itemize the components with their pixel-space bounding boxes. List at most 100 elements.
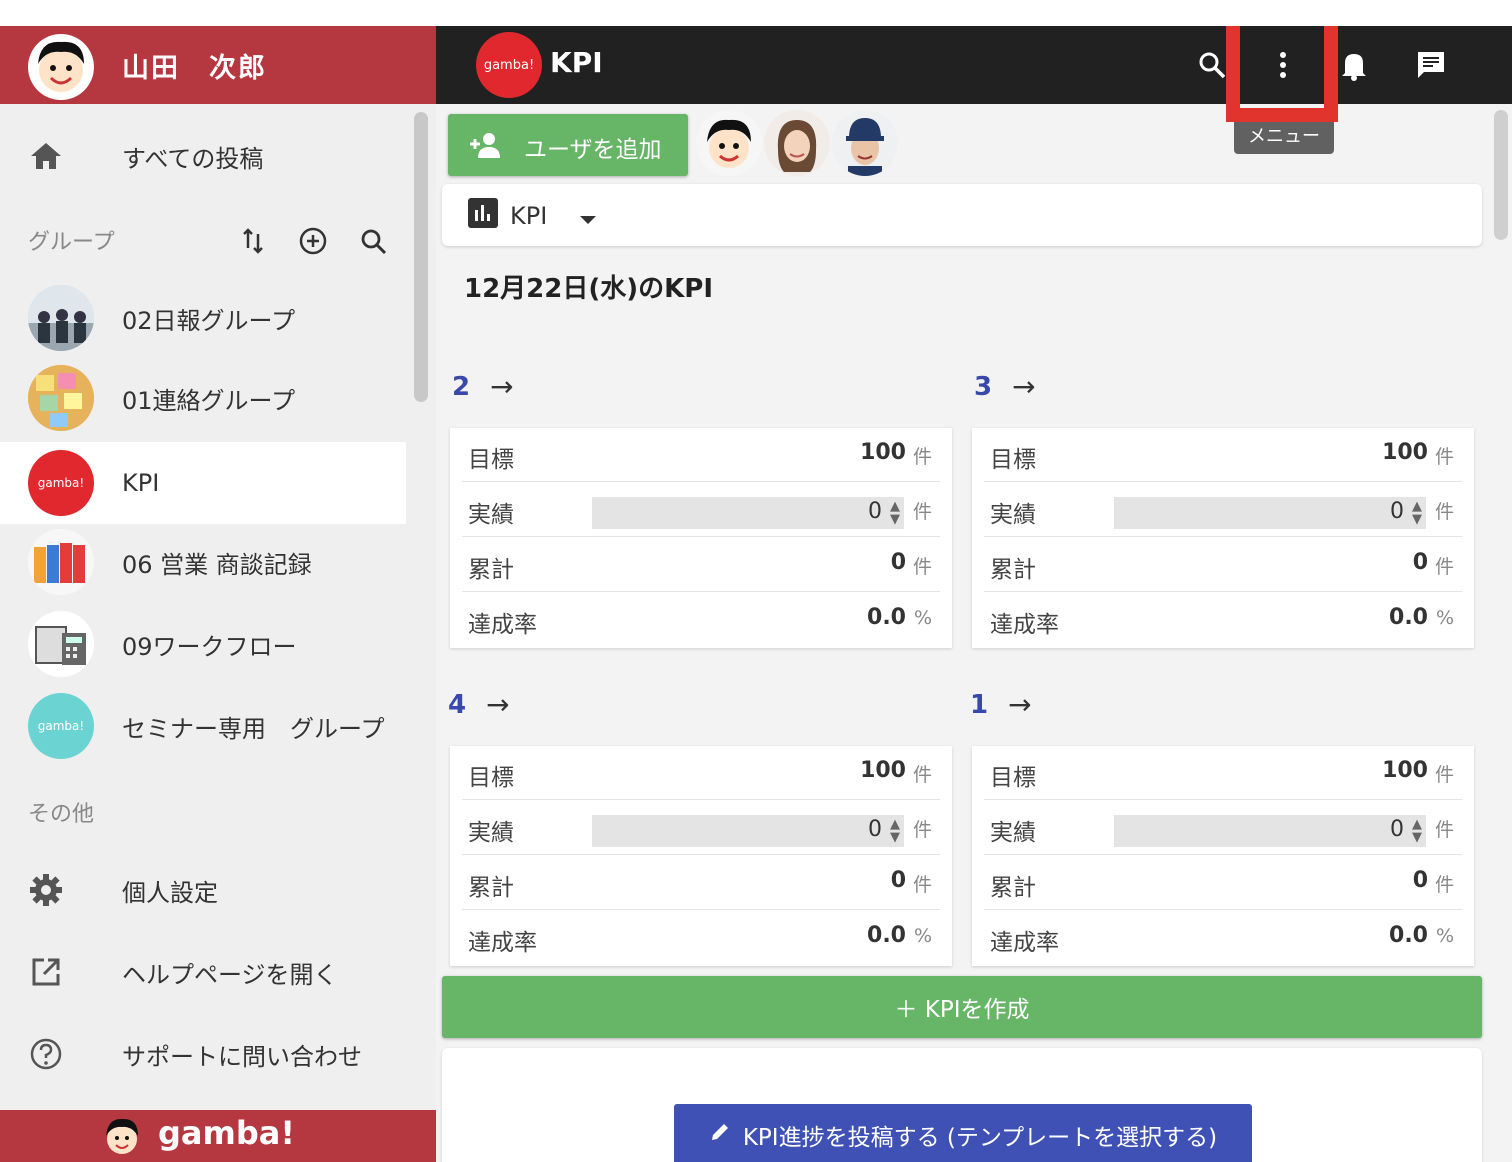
- row-label: 累計: [990, 557, 1036, 583]
- sort-icon[interactable]: [240, 226, 266, 256]
- home-icon: [28, 138, 64, 174]
- spinner-icon[interactable]: ▲ ▼: [890, 818, 900, 844]
- kpi-link[interactable]: 3 →: [974, 370, 1036, 403]
- kpi-name: 2: [452, 371, 471, 402]
- kpi-row-rate: 達成率 0.0 %: [984, 911, 1462, 965]
- add-user-button[interactable]: ユーザを追加: [448, 114, 688, 176]
- kpi-row-target: 目標 100 件: [462, 746, 940, 800]
- create-kpi-button[interactable]: ＋ KPIを作成: [442, 976, 1482, 1038]
- kpi-link[interactable]: 1 →: [970, 688, 1032, 721]
- actual-value: 0: [868, 817, 882, 842]
- spinner-icon[interactable]: ▲ ▼: [1412, 818, 1422, 844]
- row-label: 目標: [468, 447, 514, 473]
- member-avatar[interactable]: [832, 110, 898, 176]
- sidebar-item-group[interactable]: gamba! セミナー専用 グループ: [0, 686, 406, 766]
- kpi-row-target: 目標 100 件: [984, 428, 1462, 482]
- row-label: 達成率: [990, 612, 1059, 638]
- kpi-row-total: 累計 0 件: [984, 538, 1462, 592]
- row-label: 目標: [990, 765, 1036, 791]
- kpi-row-total: 累計 0 件: [462, 856, 940, 910]
- kpi-date-title: 12月22日(水)のKPI: [464, 274, 714, 304]
- member-avatar[interactable]: [764, 110, 830, 176]
- main-scrollbar[interactable]: [1494, 110, 1508, 240]
- actual-input[interactable]: 0 ▲ ▼: [1114, 815, 1426, 847]
- actual-value: 0: [1390, 499, 1404, 524]
- kpi-selector[interactable]: KPI: [442, 184, 1482, 246]
- row-label: 達成率: [990, 930, 1059, 956]
- sidebar-item-settings[interactable]: 個人設定: [0, 850, 406, 930]
- kpi-row-total: 累計 0 件: [984, 856, 1462, 910]
- actual-value: 0: [1390, 817, 1404, 842]
- page-title: KPI: [550, 46, 603, 79]
- kpi-name: 3: [974, 371, 993, 402]
- pencil-icon: [709, 1121, 731, 1149]
- post-kpi-progress-label: KPI進捗を投稿する (テンプレートを選択する): [742, 1125, 1218, 1151]
- chat-icon[interactable]: [1413, 47, 1449, 83]
- unit-label: %: [913, 925, 932, 947]
- group-avatar: [28, 285, 94, 351]
- person-add-icon: [468, 130, 502, 160]
- total-value: 0: [1412, 550, 1428, 575]
- dropdown-arrow-icon: [580, 216, 596, 224]
- group-avatar: [28, 365, 94, 431]
- search-group-icon[interactable]: [360, 228, 388, 256]
- kpi-row-rate: 達成率 0.0 %: [462, 911, 940, 965]
- sidebar-item-label: 02日報グループ: [122, 306, 296, 335]
- sidebar-item-all-posts[interactable]: すべての投稿: [0, 116, 406, 196]
- sidebar-scrollbar[interactable]: [414, 112, 428, 402]
- search-icon[interactable]: [1194, 47, 1230, 83]
- external-link-icon: [28, 954, 64, 990]
- add-group-icon[interactable]: [298, 226, 328, 256]
- sidebar-item-group[interactable]: 01連絡グループ: [0, 358, 406, 438]
- unit-label: 件: [912, 764, 932, 786]
- sidebar: 山田 次郎 すべての投稿 グループ 02日報グループ 01連絡グループ gamb…: [0, 26, 436, 1162]
- sidebar-item-group[interactable]: 02日報グループ: [0, 278, 406, 358]
- actual-input[interactable]: 0 ▲ ▼: [592, 815, 904, 847]
- kpi-row-rate: 達成率 0.0 %: [984, 593, 1462, 647]
- sidebar-item-group[interactable]: 09ワークフロー: [0, 604, 406, 684]
- sidebar-footer: gamba!: [0, 1110, 436, 1162]
- arrow-right-icon: →: [486, 688, 510, 721]
- sidebar-item-label: ヘルプページを開く: [122, 960, 338, 989]
- spinner-icon[interactable]: ▲ ▼: [1412, 500, 1422, 526]
- sidebar-item-label: 個人設定: [122, 878, 218, 907]
- kpi-card: 目標 100 件 実績 0 ▲ ▼ 件 累計 0 件 達成率 0.0 %: [972, 746, 1474, 966]
- kpi-link[interactable]: 2 →: [452, 370, 514, 403]
- unit-label: 件: [912, 556, 932, 578]
- sidebar-item-label: 06 営業 商談記録: [122, 550, 312, 579]
- unit-label: 件: [912, 819, 932, 841]
- unit-label: 件: [1434, 501, 1454, 523]
- unit-label: 件: [1434, 446, 1454, 468]
- row-label: 実績: [990, 820, 1036, 846]
- other-section-label: その他: [28, 802, 95, 827]
- group-avatar: gamba!: [28, 450, 94, 516]
- app-window: 山田 次郎 すべての投稿 グループ 02日報グループ 01連絡グループ gamb…: [0, 26, 1512, 1162]
- bar-chart-icon: [468, 198, 498, 228]
- add-user-label: ユーザを追加: [524, 137, 662, 163]
- rate-value: 0.0: [1389, 923, 1428, 948]
- sidebar-item-help[interactable]: ヘルプページを開く: [0, 932, 406, 1012]
- actual-input[interactable]: 0 ▲ ▼: [1114, 497, 1426, 529]
- kpi-name: 1: [970, 689, 989, 720]
- sidebar-item-support[interactable]: サポートに問い合わせ: [0, 1014, 406, 1094]
- kpi-row-target: 目標 100 件: [984, 746, 1462, 800]
- unit-label: 件: [1434, 819, 1454, 841]
- total-value: 0: [890, 550, 906, 575]
- sidebar-item-group[interactable]: 06 営業 商談記録: [0, 522, 406, 602]
- kpi-link[interactable]: 4 →: [448, 688, 510, 721]
- actual-value: 0: [868, 499, 882, 524]
- notifications-icon[interactable]: [1336, 47, 1372, 83]
- unit-label: 件: [1434, 556, 1454, 578]
- actual-input[interactable]: 0 ▲ ▼: [592, 497, 904, 529]
- post-kpi-progress-button[interactable]: KPI進捗を投稿する (テンプレートを選択する): [674, 1104, 1252, 1162]
- arrow-right-icon: →: [490, 370, 514, 403]
- member-avatar[interactable]: [696, 110, 762, 176]
- rate-value: 0.0: [1389, 605, 1428, 630]
- user-avatar[interactable]: [28, 34, 94, 100]
- unit-label: %: [1435, 607, 1454, 629]
- footer-logo[interactable]: gamba!: [158, 1114, 295, 1152]
- spinner-icon[interactable]: ▲ ▼: [890, 500, 900, 526]
- groups-section-label: グループ: [28, 230, 115, 255]
- sidebar-item-group-selected[interactable]: gamba! KPI: [0, 442, 406, 524]
- kpi-row-total: 累計 0 件: [462, 538, 940, 592]
